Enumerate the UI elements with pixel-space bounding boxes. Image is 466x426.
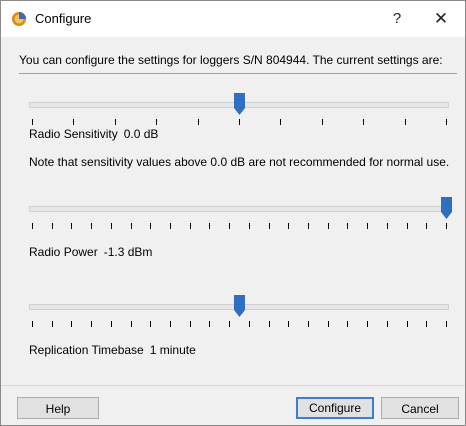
slider-ticks: [27, 119, 451, 127]
slider-tick: [288, 321, 289, 327]
slider-tick: [308, 321, 309, 327]
slider-tick: [347, 223, 348, 229]
slider-tick: [269, 321, 270, 327]
slider-tick: [32, 119, 33, 125]
slider-name: Radio Power: [29, 245, 98, 259]
help-button[interactable]: Help: [17, 397, 99, 419]
slider-tick: [91, 223, 92, 229]
slider-tick: [269, 223, 270, 229]
replication-timebase-slider[interactable]: [27, 295, 451, 335]
slider-tick: [328, 223, 329, 229]
slider-tick: [387, 321, 388, 327]
replication-timebase-label: Replication Timebase 1 minute: [29, 343, 196, 357]
close-icon[interactable]: ✕: [423, 5, 459, 33]
slider-tick: [190, 223, 191, 229]
slider-tick: [367, 223, 368, 229]
slider-tick: [322, 119, 323, 125]
radio-power-label: Radio Power -1.3 dBm: [29, 245, 152, 259]
slider-tick: [131, 321, 132, 327]
slider-track[interactable]: [29, 206, 449, 212]
slider-tick: [150, 321, 151, 327]
slider-tick: [209, 321, 210, 327]
slider-tick: [249, 321, 250, 327]
slider-tick: [229, 321, 230, 327]
slider-tick: [52, 223, 53, 229]
slider-tick: [91, 321, 92, 327]
slider-tick: [426, 223, 427, 229]
slider-thumb[interactable]: [234, 295, 245, 317]
slider-value: 1 minute: [149, 343, 196, 357]
slider-tick: [405, 119, 406, 125]
slider-tick: [198, 119, 199, 125]
slider-tick: [71, 321, 72, 327]
slider-tick: [426, 321, 427, 327]
slider-tick: [367, 321, 368, 327]
slider-tick: [249, 223, 250, 229]
slider-thumb[interactable]: [234, 93, 245, 115]
slider-tick: [407, 321, 408, 327]
sensitivity-note: Note that sensitivity values above 0.0 d…: [29, 155, 450, 169]
cancel-button[interactable]: Cancel: [381, 397, 459, 419]
separator: [19, 73, 457, 74]
slider-tick: [347, 321, 348, 327]
slider-ticks: [27, 321, 451, 329]
radio-power-slider[interactable]: [27, 197, 452, 237]
slider-ticks: [27, 223, 451, 231]
window-title: Configure: [35, 11, 92, 26]
slider-thumb[interactable]: [441, 197, 452, 219]
slider-tick: [111, 223, 112, 229]
slider-tick: [170, 321, 171, 327]
title-bar: Configure ? ✕: [1, 1, 465, 37]
slider-tick: [288, 223, 289, 229]
slider-tick: [209, 223, 210, 229]
slider-value: -1.3 dBm: [103, 245, 153, 259]
button-bar-separator: [1, 385, 465, 386]
slider-tick: [308, 223, 309, 229]
help-icon[interactable]: ?: [379, 5, 415, 33]
slider-tick: [446, 119, 447, 125]
slider-tick: [170, 223, 171, 229]
radio-sensitivity-label: Radio Sensitivity 0.0 dB: [29, 127, 158, 141]
configure-button[interactable]: Configure: [296, 397, 374, 419]
configure-dialog: Configure ? ✕ You can configure the sett…: [0, 0, 466, 426]
slider-tick: [131, 223, 132, 229]
slider-tick: [115, 119, 116, 125]
slider-tick: [229, 223, 230, 229]
slider-tick: [328, 321, 329, 327]
slider-name: Radio Sensitivity: [29, 127, 118, 141]
slider-tick: [150, 223, 151, 229]
slider-tick: [446, 321, 447, 327]
slider-tick: [407, 223, 408, 229]
intro-text: You can configure the settings for logge…: [19, 53, 443, 67]
slider-tick: [363, 119, 364, 125]
slider-name: Replication Timebase: [29, 343, 144, 357]
slider-tick: [387, 223, 388, 229]
slider-tick: [32, 321, 33, 327]
slider-tick: [52, 321, 53, 327]
slider-tick: [71, 223, 72, 229]
slider-tick: [111, 321, 112, 327]
slider-tick: [156, 119, 157, 125]
slider-value: 0.0 dB: [123, 127, 159, 141]
slider-tick: [446, 223, 447, 229]
slider-tick: [239, 119, 240, 125]
slider-tick: [280, 119, 281, 125]
slider-tick: [32, 223, 33, 229]
slider-tick: [190, 321, 191, 327]
configure-app-icon: [12, 12, 26, 26]
slider-tick: [73, 119, 74, 125]
